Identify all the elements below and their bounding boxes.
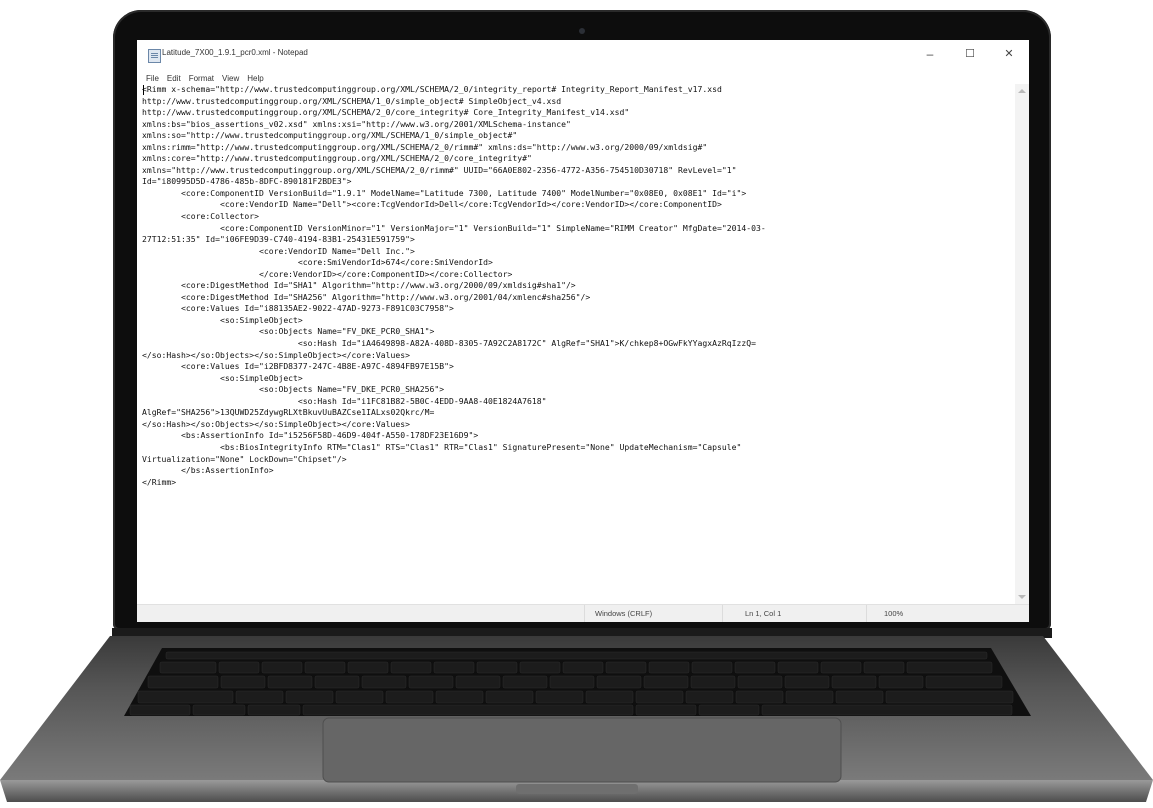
- trackpad[interactable]: [322, 717, 842, 783]
- lid-notch: [516, 784, 638, 794]
- key-row-4: [129, 704, 1013, 716]
- key-row-2: [147, 675, 1003, 689]
- key-row-1: [159, 661, 993, 674]
- key-row-3: [137, 690, 1014, 704]
- laptop-base: [0, 636, 1153, 802]
- touch-bar[interactable]: [165, 651, 988, 660]
